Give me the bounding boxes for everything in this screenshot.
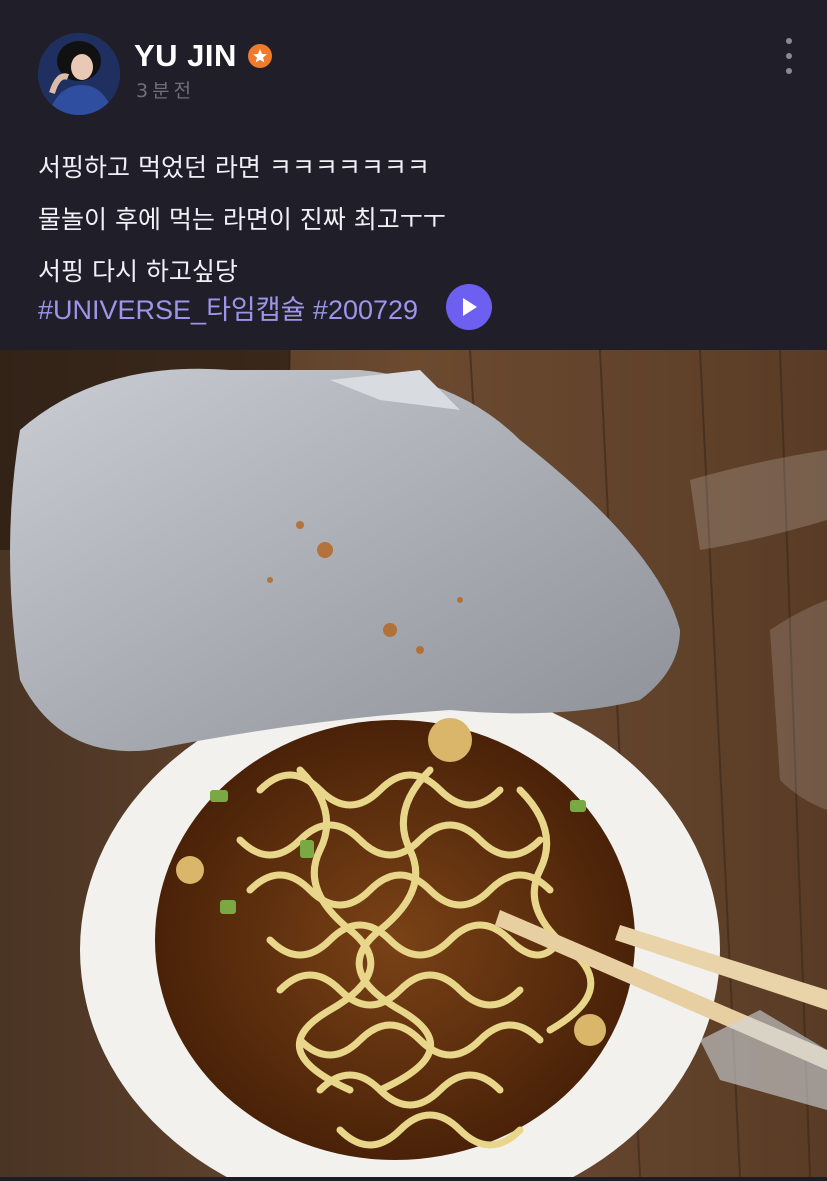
post-text-line: 서핑하고 먹었던 라면 ㅋㅋㅋㅋㅋㅋㅋ [38,153,430,182]
post-header: YU JIN 3분전 서핑하고 먹었던 라면 ㅋㅋㅋㅋㅋㅋㅋ 물놀이 후에 먹는… [0,0,827,350]
hashtag-row: #UNIVERSE_타임캡슐 #200729 [38,284,493,330]
post-photo[interactable] [0,349,827,1181]
verified-star-icon [247,43,273,69]
post-time: 3분전 [136,80,196,102]
post-body: 서핑하고 먹었던 라면 ㅋㅋㅋㅋㅋㅋㅋ 물놀이 후에 먹는 라면이 진짜 최고ㅜ… [38,142,798,298]
post-text-line: 물놀이 후에 먹는 라면이 진짜 최고ㅜㅜ [38,205,446,234]
author-row: YU JIN [134,36,273,76]
hashtag-link[interactable]: #UNIVERSE_타임캡슐 #200729 [38,288,418,327]
play-icon [463,298,478,316]
more-vertical-icon[interactable] [776,38,802,74]
play-button[interactable] [446,284,493,330]
avatar[interactable] [38,33,120,115]
author-name[interactable]: YU JIN [134,38,237,74]
